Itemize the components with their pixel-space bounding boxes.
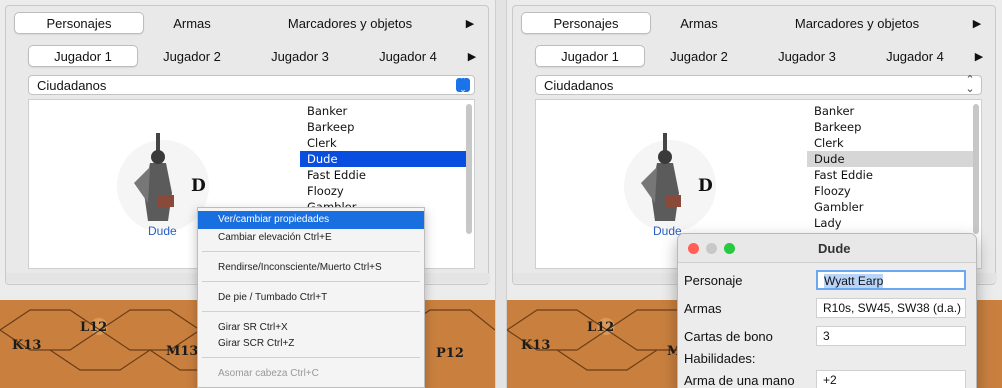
list-item[interactable]: Banker bbox=[300, 103, 466, 119]
tab-jugador-1[interactable]: Jugador 1 bbox=[28, 45, 138, 67]
context-menu: Ver/cambiar propiedades Cambiar elevació… bbox=[197, 207, 425, 388]
tab-jugador-4[interactable]: Jugador 4 bbox=[354, 45, 462, 67]
personaje-value: Wyatt Earp bbox=[824, 274, 884, 288]
group-dropdown[interactable]: Ciudadanos ⌃ ⌄ bbox=[28, 75, 475, 95]
tab-armas[interactable]: Armas bbox=[144, 12, 240, 34]
group-dropdown[interactable]: Ciudadanos ⌃ ⌄ bbox=[535, 75, 982, 95]
list-item[interactable]: Banker bbox=[807, 103, 973, 119]
list-scrollbar[interactable] bbox=[973, 104, 979, 234]
arma-una-mano-field[interactable]: +2 bbox=[816, 370, 966, 388]
menu-item-asomar-cabeza: Asomar cabeza Ctrl+C bbox=[218, 368, 319, 379]
properties-dialog: Dude Personaje Wyatt Earp Armas R10s, SW… bbox=[677, 233, 977, 388]
player-tab-bar: Jugador 1 Jugador 2 Jugador 3 Jugador 4 … bbox=[28, 45, 490, 67]
chevron-updown-icon: ⌃ ⌄ bbox=[965, 74, 975, 95]
list-item[interactable]: Floozy bbox=[300, 183, 466, 199]
split-divider bbox=[495, 0, 507, 388]
menu-item-ver-propiedades[interactable]: Ver/cambiar propiedades bbox=[198, 211, 424, 229]
personaje-field[interactable]: Wyatt Earp bbox=[816, 270, 966, 290]
group-dropdown-value: Ciudadanos bbox=[37, 77, 107, 93]
cartas-field[interactable]: 3 bbox=[816, 326, 966, 346]
tab-scroll-right-icon[interactable]: ▶ bbox=[460, 12, 480, 34]
unit-letter: D bbox=[191, 176, 206, 196]
list-item[interactable]: Lady bbox=[807, 215, 973, 231]
list-item[interactable]: Barkeep bbox=[807, 119, 973, 135]
menu-separator bbox=[202, 357, 420, 358]
left-window: Personajes Armas Marcadores y objetos ▶ … bbox=[0, 0, 495, 388]
top-tab-bar: Personajes Armas Marcadores y objetos ▶ bbox=[14, 12, 484, 34]
menu-item-rendirse[interactable]: Rendirse/Inconsciente/Muerto Ctrl+S bbox=[198, 259, 424, 277]
tab-marcadores[interactable]: Marcadores y objetos bbox=[747, 12, 967, 34]
minimize-window-icon[interactable] bbox=[706, 243, 717, 254]
hex-label: P12 bbox=[436, 346, 464, 361]
tab-personajes[interactable]: Personajes bbox=[521, 12, 651, 34]
hex-label: L12 bbox=[80, 320, 108, 335]
prop-label: Armas bbox=[684, 301, 722, 316]
tab-jugador-3[interactable]: Jugador 3 bbox=[753, 45, 861, 67]
dialog-title: Dude bbox=[818, 241, 851, 256]
tab-jugador-1[interactable]: Jugador 1 bbox=[535, 45, 645, 67]
hex-label: L12 bbox=[587, 320, 615, 335]
list-item[interactable]: Fast Eddie bbox=[300, 167, 466, 183]
menu-item-girar-scr[interactable]: Girar SCR Ctrl+Z bbox=[198, 335, 424, 353]
prop-row-habilidades: Habilidades: bbox=[684, 348, 968, 370]
unit-name: Dude bbox=[148, 224, 177, 238]
menu-item-cambiar-elevacion[interactable]: Cambiar elevación Ctrl+E bbox=[198, 229, 424, 247]
tab-jugador-4[interactable]: Jugador 4 bbox=[861, 45, 969, 67]
unit-letter: D bbox=[698, 176, 713, 196]
list-item[interactable]: Barkeep bbox=[300, 119, 466, 135]
list-scrollbar[interactable] bbox=[466, 104, 472, 234]
prop-row-cartas: Cartas de bono 3 bbox=[684, 326, 968, 348]
list-item[interactable]: Clerk bbox=[300, 135, 466, 151]
prop-label: Arma de una mano bbox=[684, 373, 795, 388]
menu-item-de-pie-tumbado[interactable]: De pie / Tumbado Ctrl+T bbox=[198, 289, 424, 307]
character-list[interactable]: Banker Barkeep Clerk Dude Fast Eddie Flo… bbox=[807, 103, 973, 237]
right-window: Personajes Armas Marcadores y objetos ▶ … bbox=[507, 0, 1002, 388]
prop-label: Cartas de bono bbox=[684, 329, 773, 344]
tab-jugador-3[interactable]: Jugador 3 bbox=[246, 45, 354, 67]
prop-label: Personaje bbox=[684, 273, 743, 288]
tab-jugador-2[interactable]: Jugador 2 bbox=[138, 45, 246, 67]
list-item[interactable]: Fast Eddie bbox=[807, 167, 973, 183]
armas-field[interactable]: R10s, SW45, SW38 (d.a.) bbox=[816, 298, 966, 318]
prop-row-arma-una-mano: Arma de una mano +2 bbox=[684, 370, 968, 388]
close-window-icon[interactable] bbox=[688, 243, 699, 254]
prop-row-personaje: Personaje Wyatt Earp bbox=[684, 270, 968, 292]
habilidades-heading: Habilidades: bbox=[684, 351, 756, 366]
list-item-selected[interactable]: Dude bbox=[807, 151, 973, 167]
menu-separator bbox=[202, 281, 420, 282]
maximize-window-icon[interactable] bbox=[724, 243, 735, 254]
menu-separator bbox=[202, 251, 420, 252]
tab-marcadores[interactable]: Marcadores y objetos bbox=[240, 12, 460, 34]
group-dropdown-value: Ciudadanos bbox=[544, 77, 614, 93]
menu-separator bbox=[202, 311, 420, 312]
hex-label: M13 bbox=[166, 344, 199, 359]
chevron-updown-icon: ⌃ ⌄ bbox=[456, 76, 470, 94]
top-tab-bar: Personajes Armas Marcadores y objetos ▶ bbox=[521, 12, 991, 34]
dialog-titlebar: Dude bbox=[678, 234, 976, 263]
player-tab-bar: Jugador 1 Jugador 2 Jugador 3 Jugador 4 … bbox=[535, 45, 997, 67]
tab-jugador-2[interactable]: Jugador 2 bbox=[645, 45, 753, 67]
tab-armas[interactable]: Armas bbox=[651, 12, 747, 34]
list-item-selected[interactable]: Dude bbox=[300, 151, 466, 167]
gunfighter-figure-icon bbox=[134, 133, 174, 221]
list-item[interactable]: Floozy bbox=[807, 183, 973, 199]
list-item[interactable]: Clerk bbox=[807, 135, 973, 151]
tab-scroll-right-icon[interactable]: ▶ bbox=[967, 12, 987, 34]
gunfighter-figure-icon bbox=[641, 133, 681, 221]
hex-label: K13 bbox=[12, 338, 42, 353]
prop-row-armas: Armas R10s, SW45, SW38 (d.a.) bbox=[684, 298, 968, 320]
player-tab-scroll-icon[interactable]: ▶ bbox=[969, 45, 989, 67]
list-item[interactable]: Gambler bbox=[807, 199, 973, 215]
player-tab-scroll-icon[interactable]: ▶ bbox=[462, 45, 482, 67]
tab-personajes[interactable]: Personajes bbox=[14, 12, 144, 34]
hex-label: K13 bbox=[521, 338, 551, 353]
